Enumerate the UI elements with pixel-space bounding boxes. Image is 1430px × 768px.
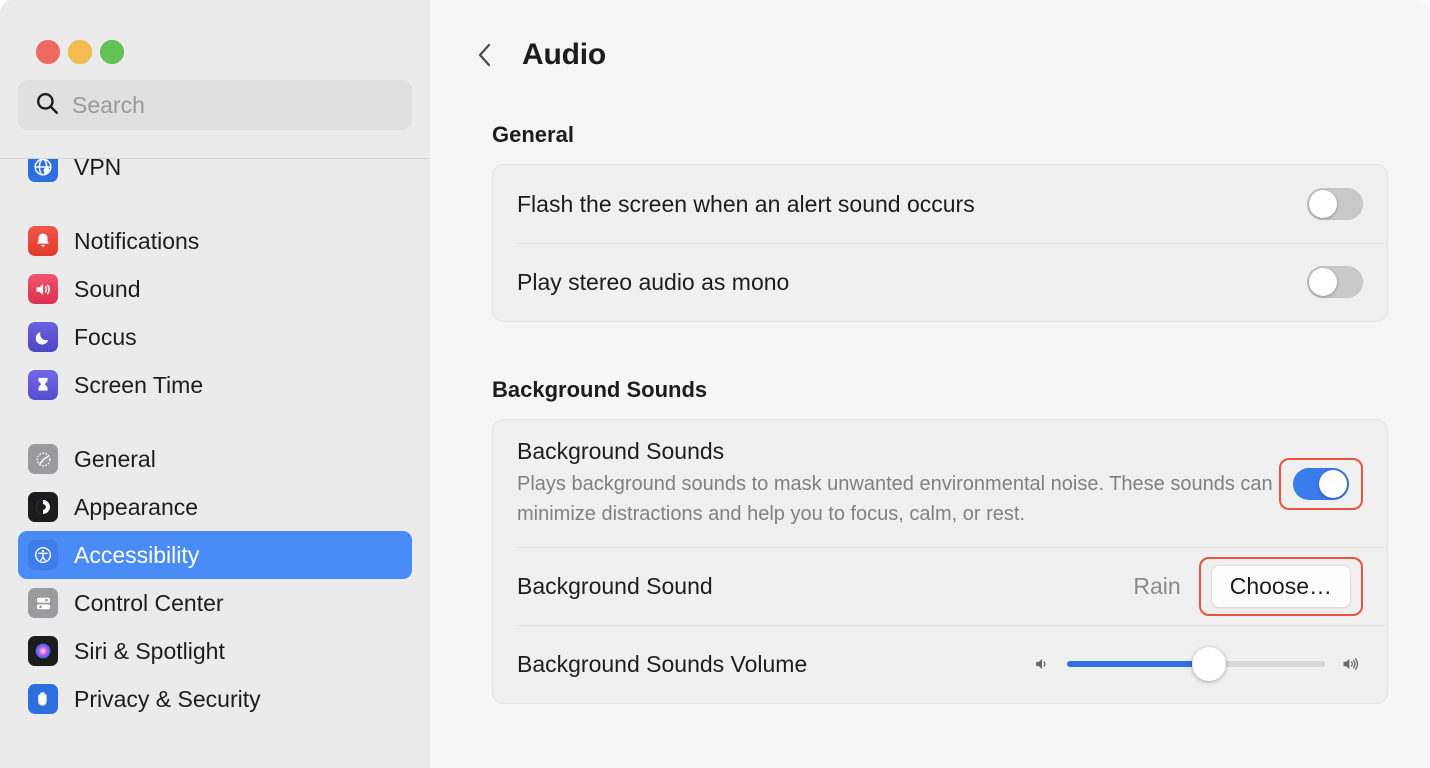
main-header: Audio	[430, 0, 1430, 82]
row-flash-screen: Flash the screen when an alert sound occ…	[493, 165, 1387, 243]
contrast-icon	[28, 492, 58, 522]
sidebar-item-accessibility[interactable]: Accessibility	[18, 531, 412, 579]
sidebar-item-label: Screen Time	[74, 372, 203, 399]
sidebar-item-privacy-security[interactable]: Privacy & Security	[18, 675, 412, 723]
general-card: Flash the screen when an alert sound occ…	[492, 164, 1388, 322]
system-settings-window: VPN Notifications	[0, 0, 1430, 768]
row-text-block: Background Sounds Plays background sound…	[517, 420, 1279, 547]
volume-slider-group	[1031, 654, 1363, 674]
sidebar: VPN Notifications	[0, 0, 430, 768]
background-sounds-toggle[interactable]	[1293, 468, 1349, 500]
slider-fill	[1067, 661, 1209, 667]
row-description: Plays background sounds to mask unwanted…	[517, 469, 1279, 529]
hourglass-icon	[28, 370, 58, 400]
search-input[interactable]	[72, 92, 396, 119]
hand-icon	[28, 684, 58, 714]
sidebar-divider	[0, 158, 430, 159]
flash-screen-toggle[interactable]	[1307, 188, 1363, 220]
control-center-icon	[28, 588, 58, 618]
slider-thumb[interactable]	[1192, 647, 1226, 681]
vpn-globe-icon	[28, 159, 58, 182]
sidebar-item-appearance[interactable]: Appearance	[18, 483, 412, 531]
speaker-icon	[28, 274, 58, 304]
row-label: Background Sounds Volume	[517, 651, 1031, 678]
search-container	[0, 80, 430, 130]
row-label: Background Sounds	[517, 438, 1279, 465]
sidebar-item-focus[interactable]: Focus	[18, 313, 412, 361]
sidebar-item-screen-time[interactable]: Screen Time	[18, 361, 412, 409]
sidebar-item-sound[interactable]: Sound	[18, 265, 412, 313]
row-background-sounds-volume: Background Sounds Volume	[493, 625, 1387, 703]
sidebar-item-notifications[interactable]: Notifications	[18, 217, 412, 265]
stereo-as-mono-toggle[interactable]	[1307, 266, 1363, 298]
sidebar-item-label: General	[74, 446, 156, 473]
sidebar-item-label: Accessibility	[74, 542, 199, 569]
page-title: Audio	[522, 38, 606, 72]
sidebar-item-label: Focus	[74, 324, 137, 351]
sidebar-item-control-center[interactable]: Control Center	[18, 579, 412, 627]
background-sounds-volume-slider[interactable]	[1067, 661, 1325, 667]
main-pane: Audio General Flash the screen when an a…	[430, 0, 1430, 768]
sidebar-group-gap	[18, 191, 412, 217]
sidebar-item-label: Siri & Spotlight	[74, 638, 225, 665]
row-background-sounds: Background Sounds Plays background sound…	[493, 420, 1387, 547]
row-label: Background Sound	[517, 573, 1133, 600]
row-label: Play stereo audio as mono	[517, 269, 1307, 296]
settings-content: General Flash the screen when an alert s…	[430, 122, 1430, 704]
sidebar-item-label: Appearance	[74, 494, 198, 521]
bell-icon	[28, 226, 58, 256]
accessibility-icon	[28, 540, 58, 570]
background-sounds-toggle-highlight	[1279, 458, 1363, 510]
minimize-button[interactable]	[68, 40, 92, 64]
search-icon	[34, 90, 60, 121]
traffic-lights	[0, 0, 430, 72]
background-sound-value: Rain	[1133, 573, 1180, 600]
sidebar-nav[interactable]: VPN Notifications	[0, 159, 430, 768]
section-heading-background-sounds: Background Sounds	[492, 377, 1388, 403]
sidebar-item-vpn[interactable]: VPN	[18, 159, 412, 191]
gear-icon	[28, 444, 58, 474]
choose-button-highlight: Choose…	[1199, 557, 1363, 616]
sidebar-item-label: Sound	[74, 276, 141, 303]
choose-button[interactable]: Choose…	[1211, 565, 1351, 608]
sidebar-group-gap	[18, 409, 412, 435]
back-button[interactable]	[472, 40, 498, 70]
close-button[interactable]	[36, 40, 60, 64]
row-label: Flash the screen when an alert sound occ…	[517, 191, 1307, 218]
siri-icon	[28, 636, 58, 666]
speaker-high-icon	[1339, 654, 1363, 674]
sidebar-item-siri-spotlight[interactable]: Siri & Spotlight	[18, 627, 412, 675]
moon-icon	[28, 322, 58, 352]
sidebar-item-label: Privacy & Security	[74, 686, 261, 713]
row-stereo-as-mono: Play stereo audio as mono	[493, 243, 1387, 321]
zoom-button[interactable]	[100, 40, 124, 64]
search-box[interactable]	[18, 80, 412, 130]
sidebar-item-label: VPN	[74, 159, 121, 181]
sidebar-item-general[interactable]: General	[18, 435, 412, 483]
row-background-sound: Background Sound Rain Choose…	[493, 547, 1387, 625]
background-sounds-card: Background Sounds Plays background sound…	[492, 419, 1388, 704]
sidebar-item-label: Notifications	[74, 228, 199, 255]
section-heading-general: General	[492, 122, 1388, 148]
speaker-low-icon	[1031, 654, 1053, 674]
sidebar-item-label: Control Center	[74, 590, 224, 617]
